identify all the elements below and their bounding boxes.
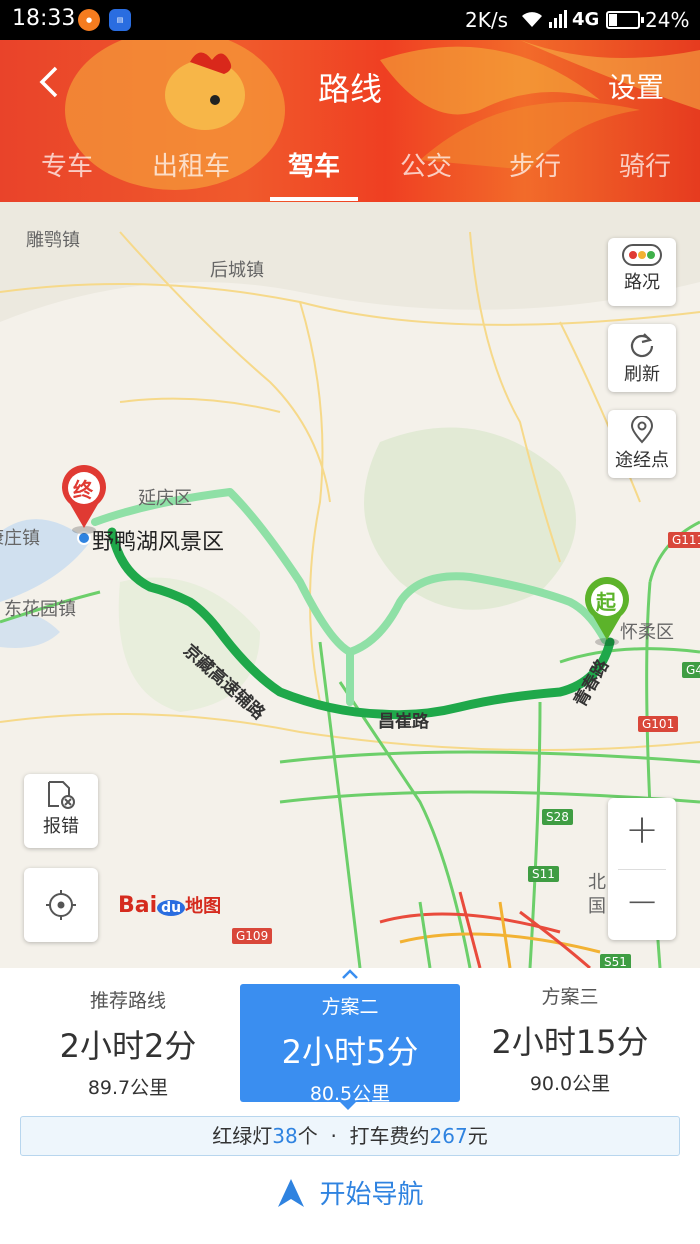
status-bar: 18:33 ● ▤ 2K/s 4G 24% [0, 0, 700, 40]
route-option-3[interactable]: 方案三 2小时15分 90.0公里 [460, 982, 680, 1096]
highway-shield: S11 [528, 866, 559, 882]
highway-shield: G101 [638, 716, 679, 732]
refresh-button[interactable]: 刷新 [608, 324, 676, 392]
highway-shield: G109 [232, 928, 273, 944]
chevron-up-icon[interactable] [340, 968, 360, 980]
baidu-map-logo: Bai du 地图 [118, 893, 222, 918]
place-label: 北 [588, 872, 606, 893]
tab-drive[interactable]: 驾车 [259, 146, 369, 183]
tab-bike[interactable]: 骑行 [590, 146, 700, 183]
tab-walk[interactable]: 步行 [480, 146, 590, 183]
waypoint-label: 途经点 [615, 450, 669, 471]
route-info-bar: 红绿灯38个 · 打车费约267元 [20, 1116, 680, 1156]
place-label: 延庆区 [138, 488, 192, 509]
page-title: 路线 [317, 70, 382, 108]
traffic-button[interactable]: 路况 [608, 238, 676, 306]
navigation-arrow-icon [278, 1178, 305, 1207]
taxi-fare: 267 [429, 1124, 468, 1148]
settings-button[interactable]: 设置 [608, 66, 664, 106]
locate-button[interactable] [24, 868, 98, 942]
location-pin-icon [630, 416, 654, 444]
report-doc-icon [48, 781, 75, 809]
place-label: 后城镇 [210, 260, 264, 281]
status-time: 18:33 [12, 6, 76, 31]
map-view[interactable]: 终 起 雕鹗镇 后城镇 延庆区 康庄镇 东花园镇 怀柔区 北 国 野鸭湖风景区 … [0, 202, 700, 968]
route-option-2[interactable]: 方案二 2小时5分 80.5公里 [240, 984, 460, 1110]
zoom-in-button[interactable]: + [608, 798, 676, 869]
locate-icon [46, 890, 76, 920]
start-navigation-button[interactable]: 开始导航 [0, 1174, 700, 1234]
notification-app-icon: ▤ [109, 9, 131, 31]
destination-poi-label[interactable]: 野鸭湖风景区 [92, 524, 224, 556]
tab-bus[interactable]: 公交 [371, 146, 481, 183]
selected-indicator [340, 1102, 356, 1110]
battery-percent: 24% [645, 8, 690, 32]
traffic-label: 路况 [624, 272, 660, 293]
end-marker-label: 终 [73, 478, 93, 502]
map-base [0, 202, 700, 968]
route-option-1[interactable]: 推荐路线 2小时2分 89.7公里 [18, 986, 238, 1100]
waypoint-button[interactable]: 途经点 [608, 410, 676, 478]
traffic-light-count: 38 [272, 1124, 298, 1148]
zoom-control: + − [608, 798, 676, 940]
net-speed: 2K/s [465, 8, 508, 32]
wifi-icon [522, 12, 542, 27]
highway-shield: S51 [600, 954, 631, 968]
place-label: 国 [588, 896, 606, 917]
highway-shield: G4 [682, 662, 700, 678]
place-label: 东花园镇 [4, 599, 76, 620]
report-error-button[interactable]: 报错 [24, 774, 98, 848]
tab-zhuanche[interactable]: 专车 [12, 146, 122, 183]
road-label: 昌崔路 [378, 712, 429, 732]
tab-taxi[interactable]: 出租车 [136, 146, 246, 183]
active-tab-indicator [270, 197, 358, 201]
report-label: 报错 [43, 816, 79, 837]
signal-icon [549, 10, 567, 28]
start-marker-label: 起 [596, 590, 616, 614]
battery-icon [606, 11, 644, 29]
place-label: 雕鹗镇 [26, 230, 80, 251]
transport-tabs: 专车 出租车 驾车 公交 步行 骑行 [0, 140, 700, 202]
route-panel: 推荐路线 2小时2分 89.7公里 方案二 2小时5分 80.5公里 方案三 2… [0, 968, 700, 1244]
highway-shield: G111 [668, 532, 700, 548]
refresh-icon [630, 333, 654, 358]
header: 路线 设置 专车 出租车 驾车 公交 步行 骑行 [0, 40, 700, 202]
network-type: 4G [572, 9, 600, 30]
traffic-light-icon [622, 244, 662, 266]
highway-shield: S28 [542, 809, 573, 825]
place-label: 康庄镇 [0, 528, 40, 549]
place-label: 怀柔区 [620, 622, 674, 643]
notification-app-icon: ● [78, 9, 100, 31]
refresh-label: 刷新 [624, 364, 660, 385]
zoom-out-button[interactable]: − [608, 870, 676, 941]
